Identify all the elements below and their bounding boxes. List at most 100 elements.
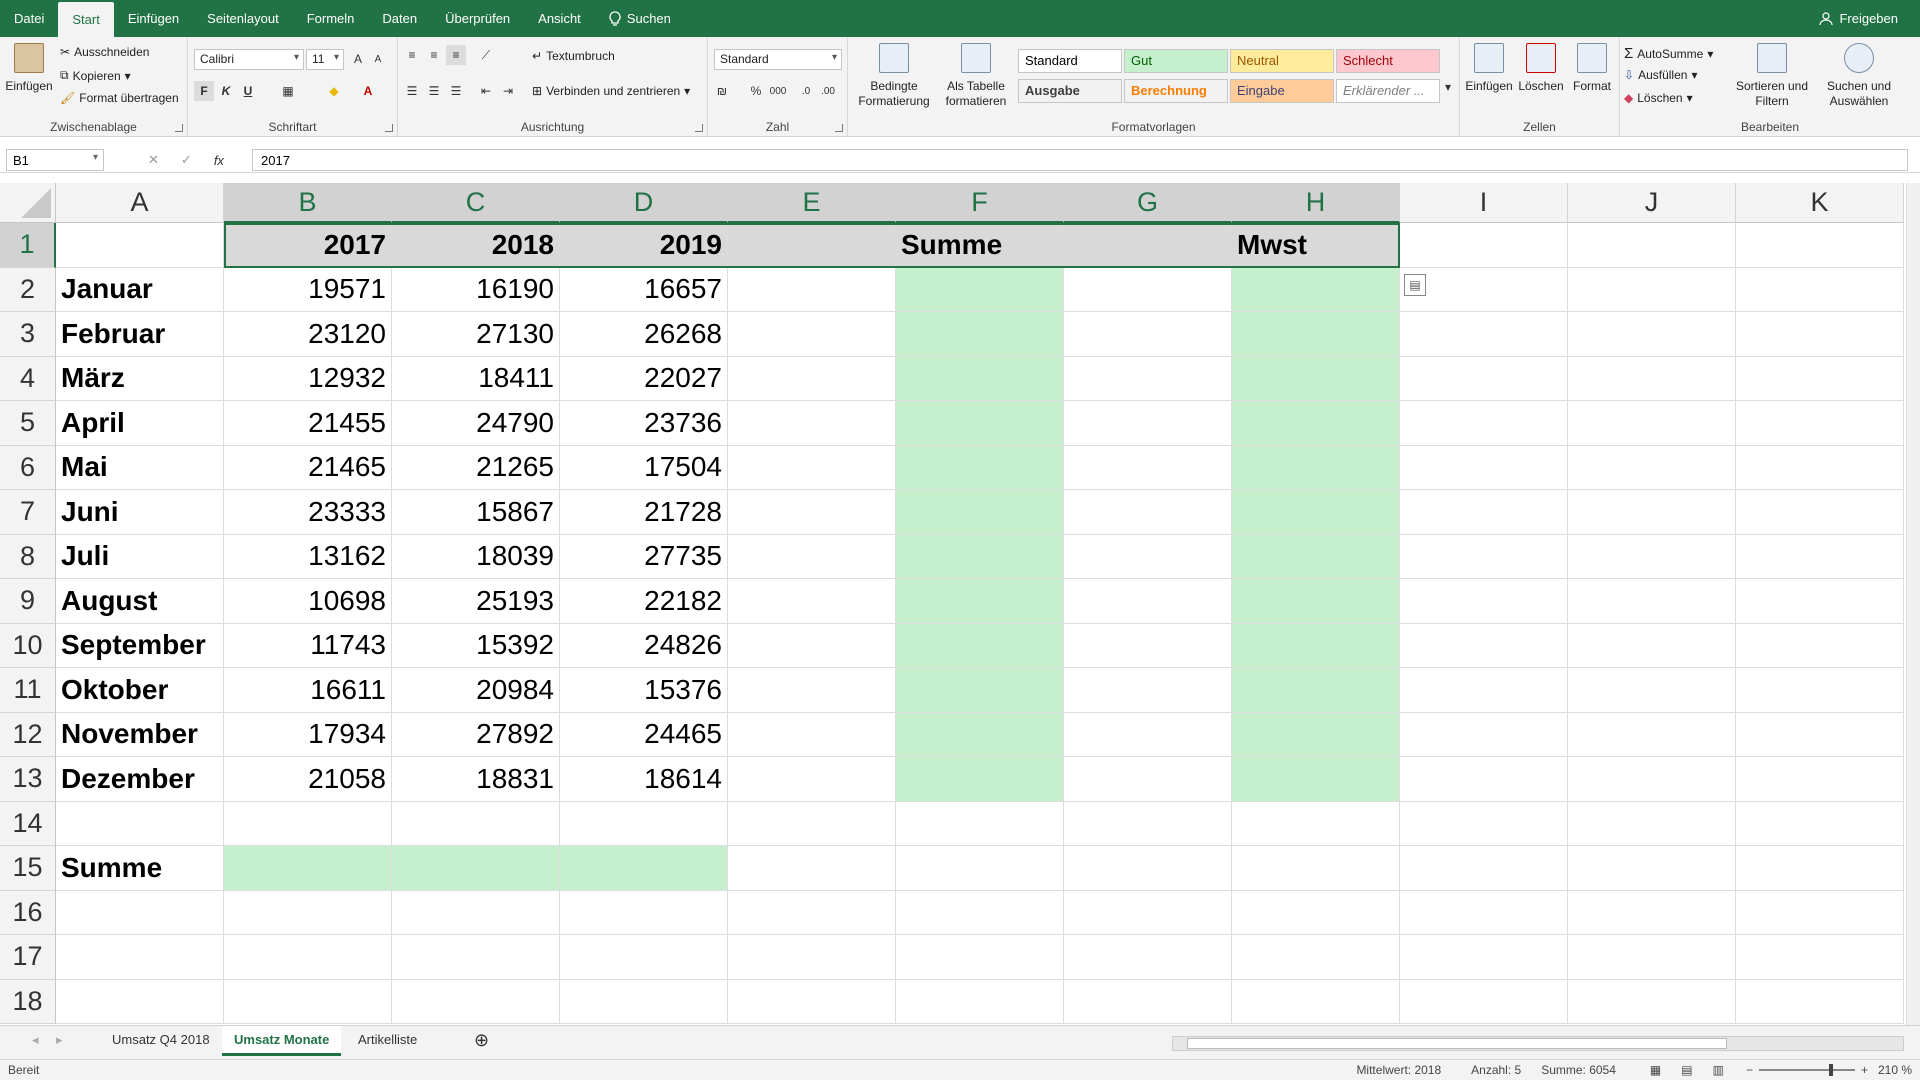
grid-cell[interactable] (728, 757, 896, 802)
row-header[interactable]: 2 (0, 267, 56, 312)
grid-cell[interactable] (1568, 890, 1736, 935)
value-cell[interactable]: 15392 (392, 623, 560, 668)
bold-button[interactable]: F (194, 81, 214, 101)
page-break-view-icon[interactable]: ▥ (1713, 1063, 1724, 1077)
row-header[interactable]: 10 (0, 623, 56, 668)
dialog-launcher-icon[interactable] (175, 124, 183, 132)
grid-cell[interactable] (392, 890, 560, 935)
ribbon-tab[interactable]: Seitenlayout (193, 0, 293, 36)
grid-cell[interactable] (1568, 623, 1736, 668)
grid-cell[interactable] (1400, 534, 1568, 579)
grid-cell[interactable] (1064, 223, 1232, 268)
grid-cell[interactable] (1568, 935, 1736, 980)
sheet-tab[interactable]: Artikelliste (346, 1026, 429, 1056)
name-box[interactable]: B1 (6, 149, 104, 171)
grid-cell[interactable] (1400, 579, 1568, 624)
grid-cell[interactable] (1064, 668, 1232, 713)
align-center-icon[interactable]: ☰ (424, 81, 444, 101)
grid-cell[interactable] (1568, 445, 1736, 490)
grid-cell[interactable] (392, 935, 560, 980)
sheet-tab[interactable]: Umsatz Q4 2018 (100, 1026, 222, 1056)
grid-cell[interactable] (728, 445, 896, 490)
grid-cell[interactable] (728, 534, 896, 579)
grid-cell[interactable] (1736, 846, 1904, 891)
value-cell[interactable]: 11743 (224, 623, 392, 668)
paste-button[interactable]: Einfügen (2, 39, 56, 94)
currency-icon[interactable]: ₪ (712, 81, 732, 101)
copy-button[interactable]: ⧉ Kopieren ▾ (60, 68, 131, 83)
grid-cell[interactable] (1736, 223, 1904, 268)
grid-cell[interactable] (1736, 757, 1904, 802)
grid-cell[interactable] (1064, 312, 1232, 357)
grid-cell[interactable] (728, 712, 896, 757)
thousands-button[interactable]: 000 (768, 81, 788, 101)
highlighted-cell[interactable] (1232, 312, 1400, 357)
header-cell[interactable]: 2019 (560, 223, 728, 268)
grid-cell[interactable] (896, 890, 1064, 935)
value-cell[interactable]: 24826 (560, 623, 728, 668)
highlighted-cell[interactable] (1232, 356, 1400, 401)
grid-cell[interactable] (1736, 312, 1904, 357)
value-cell[interactable]: 21058 (224, 757, 392, 802)
grid-cell[interactable] (560, 801, 728, 846)
value-cell[interactable]: 13162 (224, 534, 392, 579)
cell-style-option[interactable]: Neutral (1230, 49, 1334, 73)
highlighted-cell[interactable] (1232, 490, 1400, 535)
grid-cell[interactable] (728, 401, 896, 446)
month-label-cell[interactable]: Dezember (56, 757, 224, 802)
grid-cell[interactable] (1736, 623, 1904, 668)
grid-cell[interactable] (1400, 757, 1568, 802)
dialog-launcher-icon[interactable] (385, 124, 393, 132)
value-cell[interactable]: 22027 (560, 356, 728, 401)
month-label-cell[interactable]: Mai (56, 445, 224, 490)
grid-cell[interactable] (56, 979, 224, 1024)
grid-cell[interactable] (1232, 801, 1400, 846)
grid-cell[interactable] (1400, 890, 1568, 935)
add-sheet-icon[interactable]: ⊕ (462, 1026, 501, 1056)
grid-cell[interactable] (1736, 356, 1904, 401)
row-header[interactable]: 8 (0, 534, 56, 579)
header-cell[interactable]: 2018 (392, 223, 560, 268)
grid-cell[interactable] (1736, 668, 1904, 713)
value-cell[interactable]: 18039 (392, 534, 560, 579)
grid-cell[interactable] (728, 846, 896, 891)
grid-cell[interactable] (728, 668, 896, 713)
value-cell[interactable]: 27892 (392, 712, 560, 757)
percent-button[interactable]: % (746, 81, 766, 101)
value-cell[interactable]: 26268 (560, 312, 728, 357)
grid-cell[interactable] (1400, 490, 1568, 535)
highlighted-cell[interactable] (896, 445, 1064, 490)
quick-analysis-icon[interactable]: ▤ (1404, 273, 1426, 296)
format-as-table-button[interactable]: Als Tabelle formatieren (938, 39, 1014, 109)
grid-cell[interactable] (1400, 668, 1568, 713)
row-header[interactable]: 14 (0, 801, 56, 846)
value-cell[interactable]: 22182 (560, 579, 728, 624)
highlighted-cell[interactable] (1232, 712, 1400, 757)
grid-cell[interactable] (1568, 223, 1736, 268)
conditional-formatting-button[interactable]: Bedingte Formatierung (852, 39, 936, 109)
outdent-icon[interactable]: ⇤ (476, 81, 496, 101)
zoom-in-icon[interactable]: + (1861, 1063, 1868, 1077)
grid-cell[interactable] (1568, 312, 1736, 357)
grid-cell[interactable] (728, 267, 896, 312)
grid-cell[interactable] (1736, 534, 1904, 579)
value-cell[interactable]: 27735 (560, 534, 728, 579)
ribbon-tab[interactable]: Datei (0, 0, 58, 36)
normal-view-icon[interactable]: ▦ (1650, 1063, 1661, 1077)
orientation-icon[interactable]: ⟋ (476, 45, 496, 65)
value-cell[interactable]: 25193 (392, 579, 560, 624)
grid-cell[interactable] (1064, 757, 1232, 802)
cut-button[interactable]: ✂ Ausschneiden (60, 45, 149, 59)
ribbon-tab[interactable]: Start (58, 1, 114, 39)
grid-cell[interactable] (1232, 846, 1400, 891)
border-icon[interactable]: ▦ (278, 81, 298, 101)
value-cell[interactable]: 15867 (392, 490, 560, 535)
grid-cell[interactable] (728, 890, 896, 935)
tell-me-search[interactable]: Suchen (595, 10, 685, 27)
header-cell[interactable]: Mwst (1232, 223, 1400, 268)
value-cell[interactable]: 21455 (224, 401, 392, 446)
zoom-slider[interactable] (1758, 1064, 1855, 1076)
grid-cell[interactable] (1400, 356, 1568, 401)
column-header[interactable]: D (560, 183, 728, 223)
value-cell[interactable]: 10698 (224, 579, 392, 624)
